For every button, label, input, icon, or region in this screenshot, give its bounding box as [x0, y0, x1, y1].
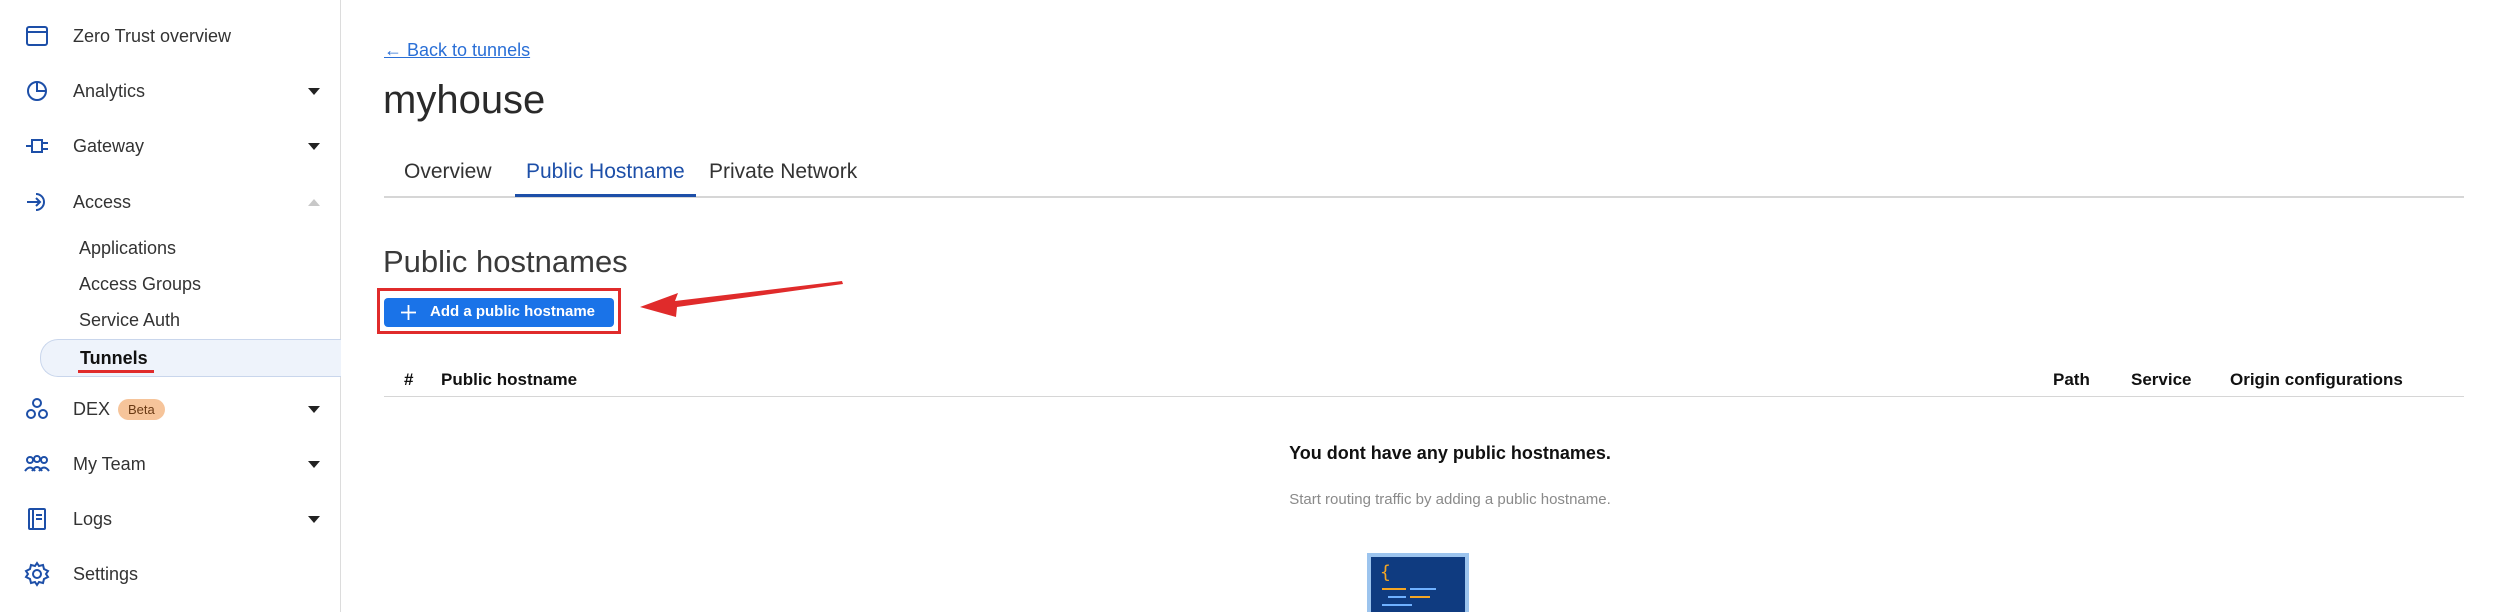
beta-badge: Beta [118, 398, 165, 420]
empty-state-subtitle: Start routing traffic by adding a public… [1289, 491, 1611, 508]
browser-window-icon [24, 23, 50, 49]
sidebar-item-label: DEX [73, 398, 111, 419]
back-to-tunnels-link[interactable]: ← Back to tunnels [384, 40, 530, 61]
table-header: # Public hostname Path Service Origin co… [384, 364, 2464, 397]
logs-icon [24, 506, 50, 532]
sidebar-item-dex[interactable]: DEX Beta [0, 389, 340, 429]
chevron-down-icon [308, 142, 320, 150]
sidebar-subitem-label: Tunnels [80, 347, 148, 368]
sidebar-item-label: Zero Trust overview [73, 25, 232, 46]
access-icon [24, 189, 50, 215]
column-header-public-hostname: Public hostname [441, 370, 578, 389]
annotation-underline [78, 370, 154, 373]
code-editor-illustration-icon: { [1367, 553, 1469, 612]
sidebar-item-settings[interactable]: Settings [0, 554, 340, 594]
sidebar-item-my-team[interactable]: My Team [0, 444, 340, 484]
sidebar-item-label: Logs [73, 508, 113, 529]
gear-icon [24, 561, 50, 587]
add-public-hostname-label: Add a public hostname [430, 303, 596, 320]
gateway-icon [24, 133, 50, 159]
section-title: Public hostnames [383, 244, 628, 279]
chevron-up-icon [308, 198, 320, 206]
tab-bar: Overview Public Hostname Private Network [384, 150, 2464, 198]
column-header-path: Path [2053, 370, 2090, 389]
pie-chart-icon [24, 78, 50, 104]
plus-icon [401, 305, 416, 320]
sidebar-subitem-tunnels[interactable]: Tunnels [40, 339, 341, 377]
team-icon [24, 451, 50, 477]
tab-public-hostname[interactable]: Public Hostname [515, 160, 696, 197]
column-header-index: # [404, 370, 414, 389]
add-public-hostname-button[interactable]: Add a public hostname [384, 298, 614, 327]
chevron-down-icon [308, 87, 320, 95]
sidebar-subitem-label: Service Auth [79, 309, 181, 330]
chevron-down-icon [308, 405, 320, 413]
sidebar-subitem-label: Applications [79, 237, 177, 258]
tab-overview[interactable]: Overview [393, 160, 503, 194]
sidebar-item-access[interactable]: Access [0, 182, 340, 222]
sidebar-subitem-label: Access Groups [79, 273, 202, 294]
chevron-down-icon [308, 515, 320, 523]
sidebar: Zero Trust overview Analytics Gateway Ac… [0, 0, 341, 612]
sidebar-item-label: Analytics [73, 80, 146, 101]
column-header-service: Service [2131, 370, 2192, 389]
sidebar-item-logs[interactable]: Logs [0, 499, 340, 539]
dex-icon [24, 396, 50, 422]
sidebar-item-label: Access [73, 191, 132, 212]
chevron-down-icon [308, 460, 320, 468]
sidebar-item-label: Gateway [73, 135, 145, 156]
column-header-origin-configurations: Origin configurations [2230, 370, 2403, 389]
sidebar-subitem-access-groups[interactable]: Access Groups [40, 266, 340, 302]
sidebar-subitem-service-auth[interactable]: Service Auth [40, 302, 340, 338]
sidebar-subitem-applications[interactable]: Applications [40, 230, 340, 266]
sidebar-item-label: My Team [73, 453, 146, 474]
sidebar-item-zero-trust-overview[interactable]: Zero Trust overview [0, 16, 340, 56]
tab-private-network[interactable]: Private Network [698, 160, 868, 194]
page-title: myhouse [383, 78, 546, 122]
empty-state-title: You dont have any public hostnames. [1289, 443, 1611, 463]
sidebar-item-analytics[interactable]: Analytics [0, 71, 340, 111]
svg-text:{: { [1380, 562, 1391, 583]
sidebar-item-label: Settings [73, 563, 139, 584]
annotation-arrow-icon [640, 281, 843, 317]
sidebar-item-gateway[interactable]: Gateway [0, 126, 340, 166]
